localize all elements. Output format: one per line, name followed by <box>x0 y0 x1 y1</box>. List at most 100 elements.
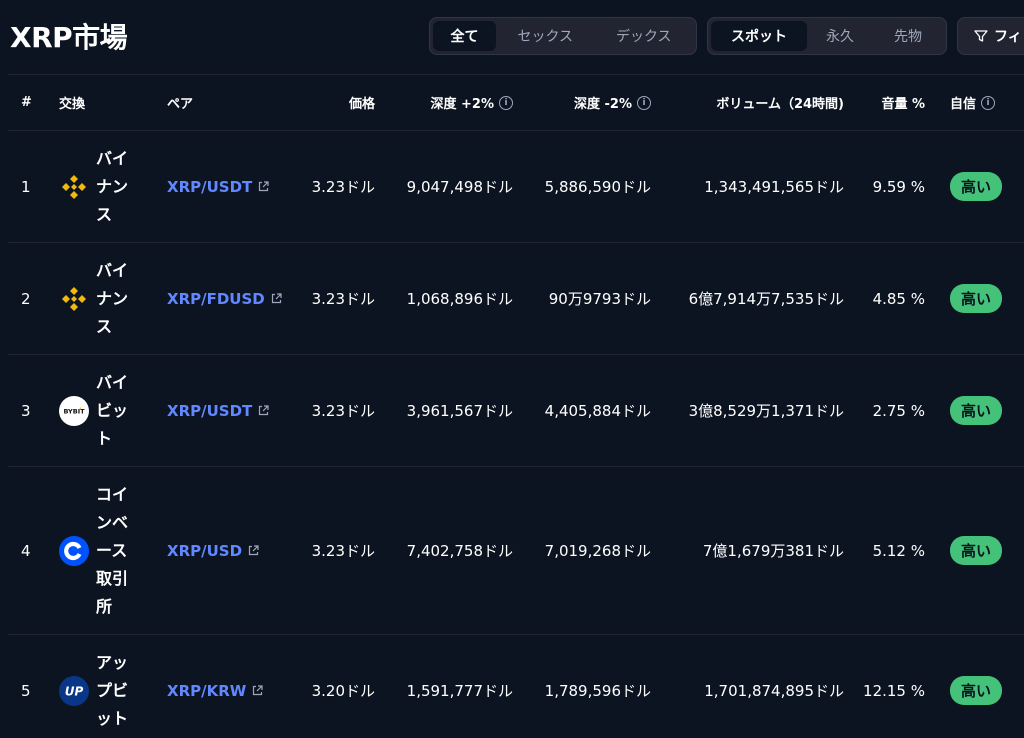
depth-plus: 1,068,896ドル <box>406 290 513 308</box>
table-row[interactable]: 1 バイナンス XRP/USDT 3.23ドル 9,047,498ドル 5,88… <box>8 131 1024 243</box>
exchange-logo-cell <box>58 131 90 242</box>
exchange-name-cell: バイナンス <box>96 243 146 354</box>
filter-icon <box>974 30 988 42</box>
exchange-name-cell: バイビット <box>96 355 146 466</box>
confidence-badge: 高い <box>950 676 1003 705</box>
header-depth-plus-label: 深度 +2% <box>430 97 495 112</box>
exchange-logo-cell <box>58 243 90 354</box>
depth-plus: 7,402,758ドル <box>406 542 513 560</box>
exchange-name-cell: コインベース取引所 <box>96 467 146 634</box>
volume: 1,343,491,565ドル <box>704 178 844 196</box>
pair-link[interactable]: XRP/USD <box>167 542 259 560</box>
confidence-cell: 高い <box>950 355 1024 466</box>
info-icon[interactable]: i <box>981 95 996 110</box>
info-icon[interactable]: i <box>637 95 651 110</box>
exchange-name-cell: アップビット <box>96 635 146 738</box>
tab-spot[interactable]: スポット <box>711 21 807 51</box>
confidence-cell: 高い <box>950 243 1024 354</box>
tab-all[interactable]: 全て <box>433 21 497 51</box>
pair-link[interactable]: XRP/KRW <box>167 682 263 700</box>
confidence-cell: 高い <box>950 131 1024 242</box>
row-number: 3 <box>21 401 31 420</box>
header-volume[interactable]: ボリューム（24時間) <box>668 75 844 130</box>
depth-minus: 90万9793ドル <box>548 290 651 308</box>
row-number: 2 <box>21 289 31 308</box>
pair-cell: XRP/FDUSD <box>167 243 297 354</box>
volume: 1,701,874,895ドル <box>704 682 844 700</box>
header-number[interactable]: # <box>8 75 48 130</box>
depth-plus: 9,047,498ドル <box>406 178 513 196</box>
pair-link[interactable]: XRP/USDT <box>167 402 269 420</box>
exchange-name[interactable]: バイビット <box>96 369 130 453</box>
pair-cell: XRP/USDT <box>167 355 297 466</box>
binance-logo <box>59 172 89 202</box>
confidence-cell: 高い <box>950 467 1024 634</box>
page-title: XRP市場 <box>10 21 128 54</box>
volume: 6億7,914万7,535ドル <box>688 290 844 308</box>
table-row[interactable]: 5 UP アップビット XRP/KRW 3.20ドル 1,591,777ドル 1… <box>8 635 1024 738</box>
table-header: # 交換 ペア 価格 深度 +2% i 深度 -2% i ボリューム（24時間) 音… <box>8 75 1024 131</box>
table-row[interactable]: 4 コインベース取引所 XRP/USD 3.23ドル 7,402,758ドル 7… <box>8 467 1024 635</box>
depth-minus: 1,789,596ドル <box>544 682 651 700</box>
header-depth-plus[interactable]: 深度 +2% i <box>388 75 513 130</box>
info-icon[interactable]: i <box>499 95 513 110</box>
pair-label: XRP/USD <box>167 541 243 560</box>
external-link-icon <box>253 685 263 696</box>
confidence-badge: 高い <box>950 396 1003 425</box>
depth-minus: 5,886,590ドル <box>544 178 651 196</box>
table-row[interactable]: 3 BYBIT バイビット XRP/USDT 3.23ドル 3,961,567ド… <box>8 355 1024 467</box>
filter-button[interactable]: フィ <box>957 17 1024 55</box>
pair-cell: XRP/KRW <box>167 635 297 738</box>
depth-plus: 3,961,567ドル <box>406 402 513 420</box>
price: 3.23ドル <box>311 402 375 420</box>
svg-text:BYBIT: BYBIT <box>63 407 85 415</box>
market-type-toggle: 全て セックス デックス <box>429 17 697 55</box>
header-depth-minus[interactable]: 深度 -2% i <box>528 75 651 130</box>
header-volume-share[interactable]: 音量 % <box>858 75 925 130</box>
pair-label: XRP/FDUSD <box>167 289 265 308</box>
confidence-badge: 高い <box>950 172 1003 201</box>
exchange-logo-cell: UP <box>58 635 90 738</box>
volume-share: 5.12 % <box>872 541 925 560</box>
external-link-icon <box>271 293 282 304</box>
exchange-name[interactable]: バイナンス <box>96 145 130 229</box>
pair-link[interactable]: XRP/USDT <box>167 178 269 196</box>
price: 3.23ドル <box>311 178 375 196</box>
tab-futures[interactable]: 先物 <box>873 21 943 51</box>
pair-link[interactable]: XRP/FDUSD <box>167 290 282 308</box>
header-pair[interactable]: ペア <box>167 75 297 130</box>
binance-logo <box>59 284 89 314</box>
external-link-icon <box>248 545 259 556</box>
tab-cex[interactable]: セックス <box>496 21 594 51</box>
exchange-name-cell: バイナンス <box>96 131 146 242</box>
pair-label: XRP/USDT <box>167 401 253 420</box>
volume: 3億8,529万1,371ドル <box>688 402 844 420</box>
svg-text:UP: UP <box>65 684 84 698</box>
depth-minus: 4,405,884ドル <box>544 402 651 420</box>
confidence-cell: 高い <box>950 635 1024 738</box>
filter-label: フィ <box>994 29 1022 45</box>
coinbase-logo <box>59 535 89 566</box>
tab-dex[interactable]: デックス <box>595 21 693 51</box>
header-confidence[interactable]: 自信 i <box>950 75 1024 130</box>
contract-type-toggle: スポット 永久 先物 <box>707 17 947 55</box>
depth-minus: 7,019,268ドル <box>544 542 651 560</box>
volume-share: 9.59 % <box>872 177 925 196</box>
header-depth-minus-label: 深度 -2% <box>574 97 632 112</box>
volume: 7億1,679万381ドル <box>702 542 844 560</box>
confidence-badge: 高い <box>950 284 1003 313</box>
header-price[interactable]: 価格 <box>288 75 375 130</box>
external-link-icon <box>259 405 269 416</box>
exchange-logo-cell <box>58 467 90 634</box>
header-exchange[interactable]: 交換 <box>59 75 159 130</box>
tab-perpetual[interactable]: 永久 <box>807 21 873 51</box>
volume-share: 4.85 % <box>872 289 925 308</box>
volume-share: 12.15 % <box>863 681 925 700</box>
price: 3.23ドル <box>311 542 375 560</box>
markets-table: # 交換 ペア 価格 深度 +2% i 深度 -2% i ボリューム（24時間) 音… <box>8 74 1024 738</box>
exchange-name[interactable]: アップビット <box>96 649 130 733</box>
exchange-name[interactable]: コインベース取引所 <box>96 481 130 621</box>
pair-label: XRP/USDT <box>167 177 253 196</box>
exchange-name[interactable]: バイナンス <box>96 257 130 341</box>
table-row[interactable]: 2 バイナンス XRP/FDUSD 3.23ドル 1,068,896ドル 90万… <box>8 243 1024 355</box>
